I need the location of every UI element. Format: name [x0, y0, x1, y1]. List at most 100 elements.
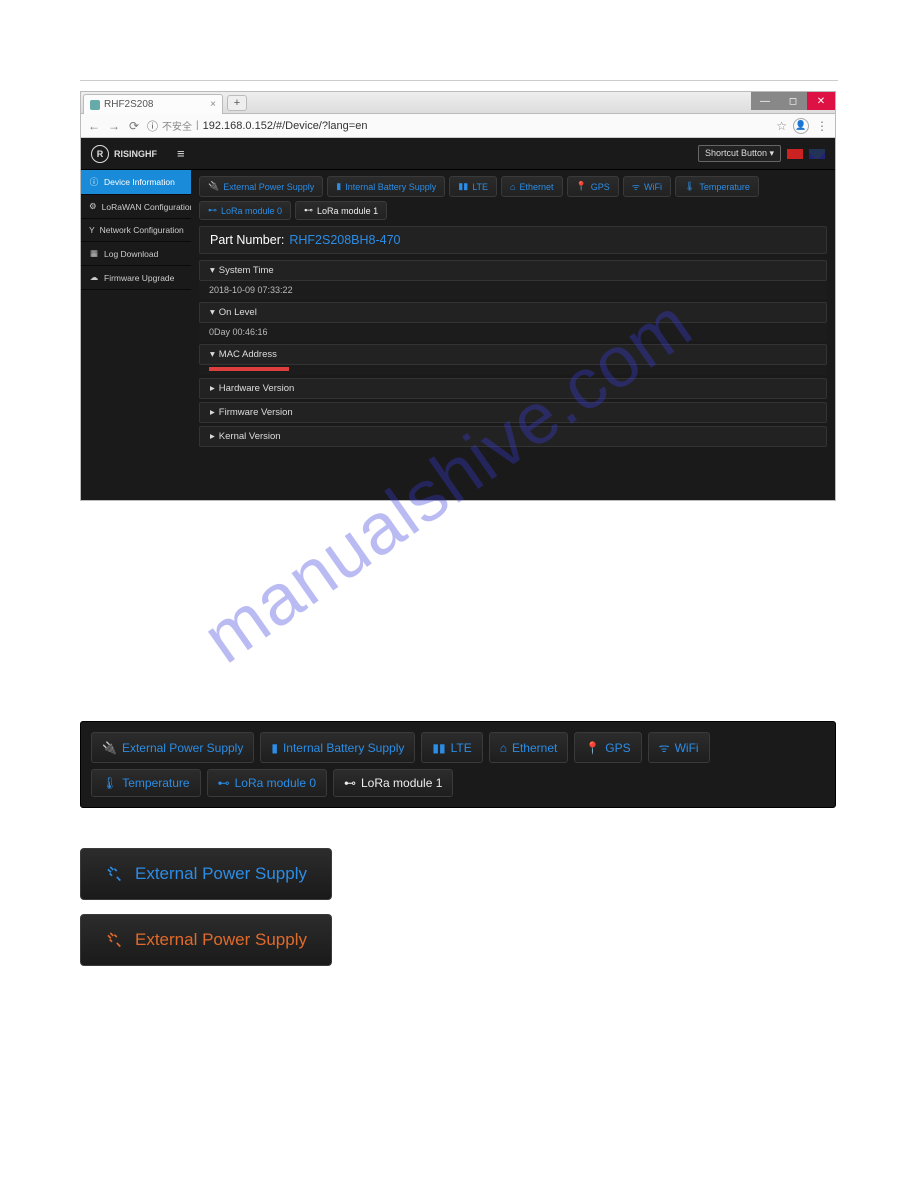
sidebar-item-label: LoRaWAN Configuration	[102, 202, 195, 212]
app-frame: R RISINGHF ≡ Shortcut Button ▾ ⓘDevice I…	[81, 138, 835, 500]
tab-lora-module-1-large[interactable]: ⊷LoRa module 1	[333, 769, 453, 797]
shortcut-button[interactable]: Shortcut Button ▾	[698, 145, 781, 162]
close-window-button[interactable]: ✕	[807, 92, 835, 110]
tab-lora-module-0[interactable]: ⊷LoRa module 0	[199, 201, 291, 220]
tab-lora-module-1[interactable]: ⊷LoRa module 1	[295, 201, 387, 220]
tab-wifi-large[interactable]: ᯤWiFi	[648, 732, 710, 763]
tab-gps-large[interactable]: 📍GPS	[574, 732, 641, 763]
sidebar: ⓘDevice Information ⚙LoRaWAN Configurati…	[81, 170, 191, 500]
system-time-value: 2018-10-09 07:33:22	[199, 281, 827, 299]
insecure-icon: ⓘ	[147, 118, 158, 134]
tab-title: RHF2S208	[104, 99, 153, 110]
pin-icon: 📍	[585, 741, 600, 755]
external-power-button-orange[interactable]: External Power Supply	[80, 914, 332, 966]
tab-ethernet[interactable]: ⌂Ethernet	[501, 176, 562, 197]
url-text: 192.168.0.152/#/Device/?lang=en	[203, 120, 368, 132]
lora-icon: ⊷	[218, 776, 230, 790]
button-label: External Power Supply	[135, 864, 307, 884]
back-icon[interactable]: ←	[87, 119, 101, 133]
sidebar-item-label: Firmware Upgrade	[104, 273, 174, 283]
browser-address-bar: ← → ⟳ ⓘ 不安全 | 192.168.0.152/#/Device/?la…	[81, 114, 835, 138]
accordion-firmware-version[interactable]: ▸Firmware Version	[199, 402, 827, 423]
logo-icon: R	[91, 145, 109, 163]
minimize-button[interactable]: —	[751, 92, 779, 110]
signal-icon: ▮▮	[432, 741, 445, 755]
tab-temperature[interactable]: 🌡Temperature	[675, 176, 759, 197]
browser-window: RHF2S208 × + — ◻ ✕ ← → ⟳ ⓘ 不安全 | 192.168…	[80, 91, 836, 501]
sidebar-item-lorawan-configuration[interactable]: ⚙LoRaWAN Configuration	[81, 195, 191, 219]
tab-ethernet-large[interactable]: ⌂Ethernet	[489, 732, 569, 763]
battery-icon: ▮	[271, 741, 278, 755]
wifi-icon: ᯤ	[659, 739, 670, 756]
sidebar-item-label: Log Download	[104, 249, 158, 259]
gear-icon: ⚙	[89, 201, 97, 212]
sidebar-item-device-information[interactable]: ⓘDevice Information	[81, 170, 191, 195]
tab-external-power[interactable]: 🔌External Power Supply	[199, 176, 323, 197]
flag-uk-icon[interactable]	[809, 149, 825, 159]
thermometer-icon: 🌡	[684, 181, 695, 192]
sidebar-item-network-configuration[interactable]: Y Network Configuration	[81, 219, 191, 242]
forward-icon[interactable]: →	[107, 119, 121, 133]
accordion-on-level[interactable]: ▾On Level	[199, 302, 827, 323]
browser-tab[interactable]: RHF2S208 ×	[83, 94, 223, 114]
sidebar-item-firmware-upgrade[interactable]: ☁ Firmware Upgrade	[81, 266, 191, 290]
tab-internal-battery[interactable]: ▮Internal Battery Supply	[327, 176, 445, 197]
plug-icon	[101, 926, 129, 954]
caret-down-icon: ▾	[210, 307, 215, 318]
button-label: External Power Supply	[135, 930, 307, 950]
bookmark-icon[interactable]: ☆	[776, 119, 787, 133]
lora-icon: ⊷	[304, 205, 313, 216]
new-tab-button[interactable]: +	[227, 95, 247, 111]
ethernet-icon: ⌂	[510, 182, 515, 192]
accordion-kernal-version[interactable]: ▸Kernal Version	[199, 426, 827, 447]
tab-lora-module-0-large[interactable]: ⊷LoRa module 0	[207, 769, 327, 797]
caret-right-icon: ▸	[210, 383, 215, 394]
close-tab-icon[interactable]: ×	[210, 99, 216, 110]
tab-wifi[interactable]: ᯤWiFi	[623, 176, 671, 197]
tab-internal-battery-large[interactable]: ▮Internal Battery Supply	[260, 732, 415, 763]
part-number-label: Part Number:	[210, 233, 284, 247]
mac-address-value	[199, 365, 827, 375]
accordion-system-time[interactable]: ▾System Time	[199, 260, 827, 281]
main-panel: 🔌External Power Supply ▮Internal Battery…	[191, 170, 835, 500]
tab-external-power-large[interactable]: 🔌External Power Supply	[91, 732, 254, 763]
sidebar-item-label: Network Configuration	[100, 225, 184, 235]
tab-gps[interactable]: 📍GPS	[567, 176, 619, 197]
tab-lte[interactable]: ▮▮LTE	[449, 176, 497, 197]
brand-name: RISINGHF	[114, 149, 157, 159]
battery-icon: ▮	[336, 181, 341, 192]
lora-icon: ⊷	[208, 205, 217, 216]
accordion-mac-address[interactable]: ▾MAC Address	[199, 344, 827, 365]
maximize-button[interactable]: ◻	[779, 92, 807, 110]
pin-icon: 📍	[576, 181, 587, 192]
sidebar-item-label: Device Information	[104, 177, 175, 187]
caret-right-icon: ▸	[210, 431, 215, 442]
sidebar-item-log-download[interactable]: ▦Log Download	[81, 242, 191, 266]
flag-cn-icon[interactable]	[787, 149, 803, 159]
thermometer-icon: 🌡	[102, 776, 117, 790]
redacted-icon	[209, 369, 289, 371]
brand-logo: R RISINGHF	[91, 145, 157, 163]
tab-lte-large[interactable]: ▮▮LTE	[421, 732, 482, 763]
reload-icon[interactable]: ⟳	[127, 119, 141, 133]
account-icon[interactable]: 👤	[793, 118, 809, 134]
lora-icon: ⊷	[344, 776, 356, 790]
network-icon: Y	[89, 225, 95, 235]
hamburger-icon[interactable]: ≡	[177, 146, 185, 161]
url-field[interactable]: ⓘ 不安全 | 192.168.0.152/#/Device/?lang=en	[147, 118, 770, 134]
plug-icon: 🔌	[208, 181, 219, 192]
part-number-row: Part Number: RHF2S208BH8-470	[199, 226, 827, 254]
signal-icon: ▮▮	[458, 181, 468, 192]
plug-icon	[101, 860, 129, 888]
menu-icon[interactable]: ⋮	[815, 119, 829, 133]
browser-tabbar: RHF2S208 × + — ◻ ✕	[81, 92, 835, 114]
external-power-button-blue[interactable]: External Power Supply	[80, 848, 332, 900]
accordion-hardware-version[interactable]: ▸Hardware Version	[199, 378, 827, 399]
cloud-icon: ☁	[89, 272, 99, 283]
caret-right-icon: ▸	[210, 407, 215, 418]
tab-temperature-large[interactable]: 🌡Temperature	[91, 769, 201, 797]
part-number-value: RHF2S208BH8-470	[289, 233, 400, 247]
ethernet-icon: ⌂	[500, 741, 507, 755]
caret-down-icon: ▾	[210, 265, 215, 276]
app-header: R RISINGHF ≡ Shortcut Button ▾	[81, 138, 835, 170]
